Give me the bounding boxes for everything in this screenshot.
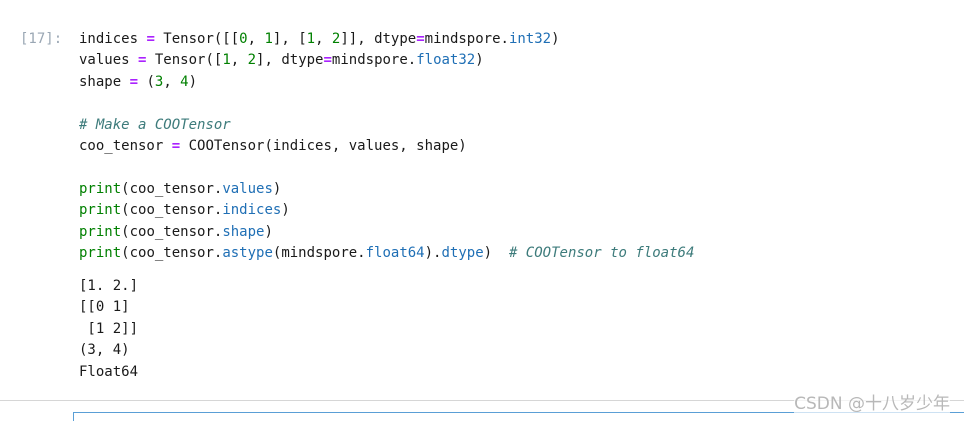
code-line-8: print(coo_tensor.values) [79, 180, 282, 197]
execution-count-prompt: [17]: [20, 31, 63, 47]
code-line-3: shape = (3, 4) [79, 73, 198, 90]
code-line-6: coo_tensor = COOTensor(indices, values, … [79, 137, 467, 154]
code-line-5: # Make a COOTensor [79, 116, 231, 133]
watermark: CSDN @十八岁少年 [794, 389, 950, 414]
code-line-2: values = Tensor([1, 2], dtype=mindspore.… [79, 52, 484, 69]
notebook-cell[interactable]: [17]: indices = Tensor([[0, 1], [1, 2]],… [0, 0, 964, 400]
output-line: Float64 [79, 363, 139, 380]
output-line: (3, 4) [79, 342, 130, 359]
code-editor[interactable]: indices = Tensor([[0, 1], [1, 2]], dtype… [79, 29, 694, 264]
output-line: [1. 2.] [79, 278, 139, 294]
code-line-9: print(coo_tensor.indices) [79, 202, 290, 219]
output-line: [1 2]] [79, 320, 139, 337]
code-line-11: print(coo_tensor.astype(mindspore.float6… [79, 244, 695, 261]
code-line-1: indices = Tensor([[0, 1], [1, 2]], dtype… [79, 31, 560, 47]
cell-output: [1. 2.] [[0 1] [1 2]] (3, 4) Float64 [79, 276, 138, 383]
output-line: [[0 1] [79, 299, 130, 316]
code-line-10: print(coo_tensor.shape) [79, 223, 273, 240]
